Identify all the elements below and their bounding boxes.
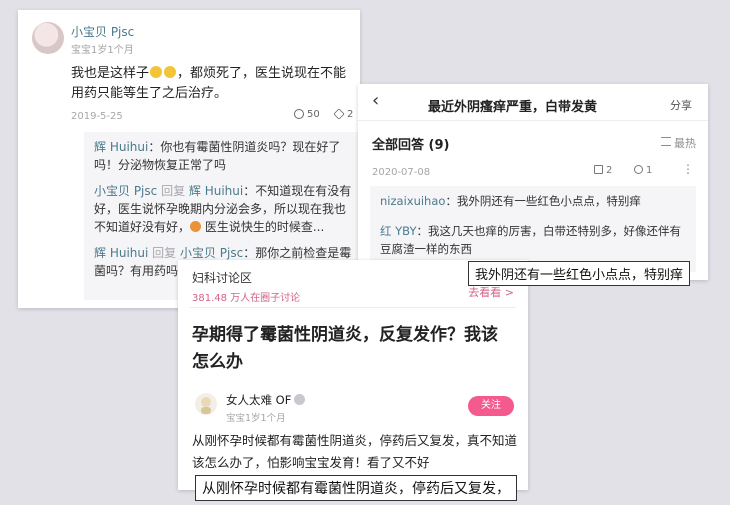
reply-author[interactable]: 小宝贝 Pjsc [94, 184, 157, 198]
reply-item[interactable]: 小宝贝 Pjsc 回复 辉 Huihui：不知道现在有没有好，医生说怀孕晚期内分… [94, 182, 356, 236]
user-meta: 宝宝1岁1个月 [71, 45, 134, 56]
avatar[interactable] [194, 392, 218, 416]
emoji-icon [190, 221, 202, 232]
answer-item[interactable]: 红 YBY：我这几天也痒的厉害，白带还特别多，好像还伴有豆腐渣一样的东西 [380, 222, 690, 258]
comment-count-button[interactable]: 2 [594, 165, 612, 176]
divider [190, 307, 516, 308]
comment-count: 50 [307, 109, 320, 120]
forum-post-card: 妇科讨论区 381.48 万人在圈子讨论 去看看 > 孕期得了霉菌性阴道炎，反复… [178, 260, 528, 490]
reply-target[interactable]: 辉 Huihui [189, 184, 243, 198]
sort-icon [661, 137, 671, 146]
answer-author[interactable]: 红 YBY [380, 224, 416, 238]
sort-label: 最热 [674, 137, 696, 150]
heart-icon [333, 108, 345, 120]
more-options-icon[interactable]: ⋮ [682, 162, 694, 176]
reply-target[interactable]: 小宝贝 Pjsc [180, 246, 243, 260]
reply-author[interactable]: 辉 Huihui [94, 140, 148, 154]
crying-emoji-icon [164, 66, 177, 78]
all-answers-heading: 全部回答 (9) [372, 138, 450, 153]
like-count: 1 [646, 165, 653, 176]
circle-name[interactable]: 妇科讨论区 [192, 269, 252, 286]
reply-word: 回复 [148, 246, 180, 260]
reply-author[interactable]: 辉 Huihui [94, 246, 148, 260]
follow-button[interactable]: 关注 [468, 396, 514, 416]
crying-emoji-icon [150, 66, 163, 78]
verified-badge-icon [294, 394, 306, 405]
caption-annotation: 我外阴还有一些红色小点点，特别痒 [468, 261, 691, 286]
comment-date: 2019-5-25 [71, 111, 123, 122]
page-title: 最近外阴瘙痒严重，白带发黄 [428, 100, 598, 115]
comment-text: 我也是这样子 ，都烦死了，医生说现在不能用药只能等生了之后治疗。 [71, 64, 351, 104]
reply-item[interactable]: 辉 Huihui：你也有霉菌性阴道炎吗？现在好了吗！分泌物恢复正常了吗 [94, 138, 356, 174]
back-arrow-icon[interactable]: ‹ [372, 90, 379, 111]
sort-hot-button[interactable]: 最热 [661, 135, 696, 151]
comment-text-part1: 我也是这样子 [71, 66, 150, 81]
member-count: 381.48 万人在圈子讨论 [192, 293, 301, 304]
go-view-link[interactable]: 去看看 > [468, 284, 514, 300]
answer-item[interactable]: nizaixuihao：我外阴还有一些红色小点点，特别痒 [380, 192, 690, 210]
caption-annotation: 从刚怀孕时候都有霉菌性阴道炎，停药后又复发， [195, 475, 517, 501]
reply-word: 回复 [157, 184, 189, 198]
author-meta: 宝宝1岁1个月 [226, 413, 286, 424]
divider [358, 120, 708, 121]
question-title: 孕期得了霉菌性阴道炎，反复发作？我该怎么办 [192, 325, 498, 372]
reply-text: 医生说快生的时候查... [201, 220, 325, 234]
comment-count-button[interactable]: 50 [294, 109, 320, 120]
answer-text: ：我外阴还有一些红色小点点，特别痒 [445, 194, 641, 208]
share-button[interactable]: 分享 [670, 97, 692, 113]
like-button[interactable]: 2 [333, 108, 354, 120]
question-answers-card: ‹ 最近外阴瘙痒严重，白带发黄 分享 全部回答 (9) 最热 2020-07-0… [358, 84, 708, 280]
like-button[interactable]: 1 [634, 165, 652, 176]
username[interactable]: 小宝贝 Pjsc [71, 23, 134, 40]
author-name-text: 女人太难 OF [226, 393, 292, 407]
author-name[interactable]: 女人太难 OF [226, 392, 306, 408]
answer-text: ：我这几天也痒的厉害，白带还特别多，好像还伴有豆腐渣一样的东西 [380, 224, 681, 256]
answer-date: 2020-07-08 [372, 167, 431, 178]
avatar[interactable] [32, 22, 64, 54]
answer-author[interactable]: nizaixuihao [380, 194, 445, 208]
comment-count: 2 [606, 165, 613, 176]
post-body: 从刚怀孕时候都有霉菌性阴道炎，停药后又复发，真不知道该怎么办了，怕影响宝宝发育！… [192, 433, 518, 470]
like-count: 2 [347, 109, 354, 120]
comment-icon [594, 165, 603, 174]
comment-icon [294, 109, 304, 119]
thumbs-up-icon [634, 165, 643, 174]
